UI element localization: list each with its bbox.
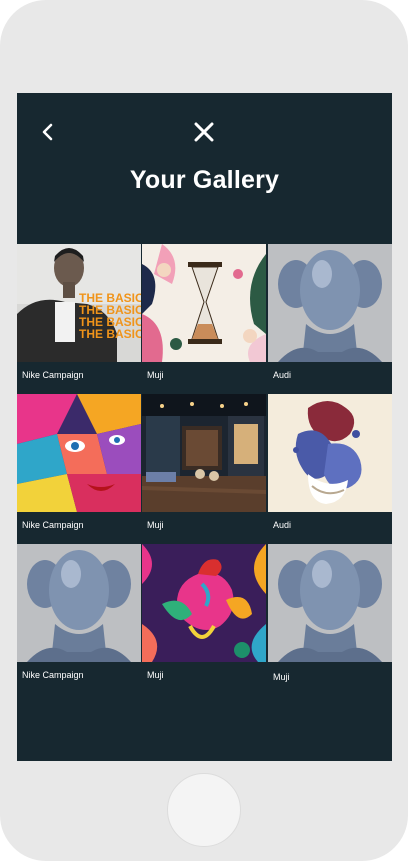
gallery-item[interactable]: Muji: [142, 394, 266, 544]
gallery-caption: Muji: [273, 672, 290, 682]
gallery-item[interactable]: THE BASICS THE BASICS THE BASICS THE BAS…: [17, 244, 141, 394]
gallery-caption: Muji: [147, 370, 164, 380]
gallery-caption: Muji: [147, 520, 164, 530]
gallery-item[interactable]: Muji: [268, 544, 392, 694]
gallery-caption: Muji: [147, 670, 164, 680]
gallery-item[interactable]: Nike Campaign: [17, 394, 141, 544]
gallery-image: [268, 544, 392, 662]
close-button[interactable]: [189, 117, 219, 147]
gallery-item[interactable]: Muji: [142, 544, 266, 694]
gallery-image: [17, 394, 141, 512]
gallery-caption: Nike Campaign: [22, 520, 84, 530]
gallery-item[interactable]: Audi: [268, 394, 392, 544]
gallery-image: THE BASICS THE BASICS THE BASICS THE BAS…: [17, 244, 141, 362]
gallery-item[interactable]: Audi: [268, 244, 392, 394]
gallery-image: [142, 244, 266, 362]
gallery-caption: Nike Campaign: [22, 670, 84, 680]
svg-text:THE BASICS: THE BASICS: [79, 327, 141, 341]
gallery-image: [142, 544, 266, 662]
chevron-left-icon: [42, 123, 53, 141]
gallery-image: [17, 544, 141, 662]
gallery-item[interactable]: Muji: [142, 244, 266, 394]
phone-frame: Your Gallery THE BASICS THE: [0, 0, 408, 861]
app-screen: Your Gallery THE BASICS THE: [17, 93, 392, 761]
gallery-item[interactable]: Nike Campaign: [17, 544, 141, 694]
home-button[interactable]: [167, 773, 241, 847]
back-button[interactable]: [33, 117, 63, 147]
gallery-image: [268, 244, 392, 362]
gallery-caption: Nike Campaign: [22, 370, 84, 380]
page-title: Your Gallery: [129, 166, 280, 194]
gallery-caption: Audi: [273, 370, 292, 380]
gallery-image: [268, 394, 392, 512]
close-icon: [194, 122, 214, 142]
gallery-caption: Audi: [273, 520, 292, 530]
gallery-image: [142, 394, 266, 512]
